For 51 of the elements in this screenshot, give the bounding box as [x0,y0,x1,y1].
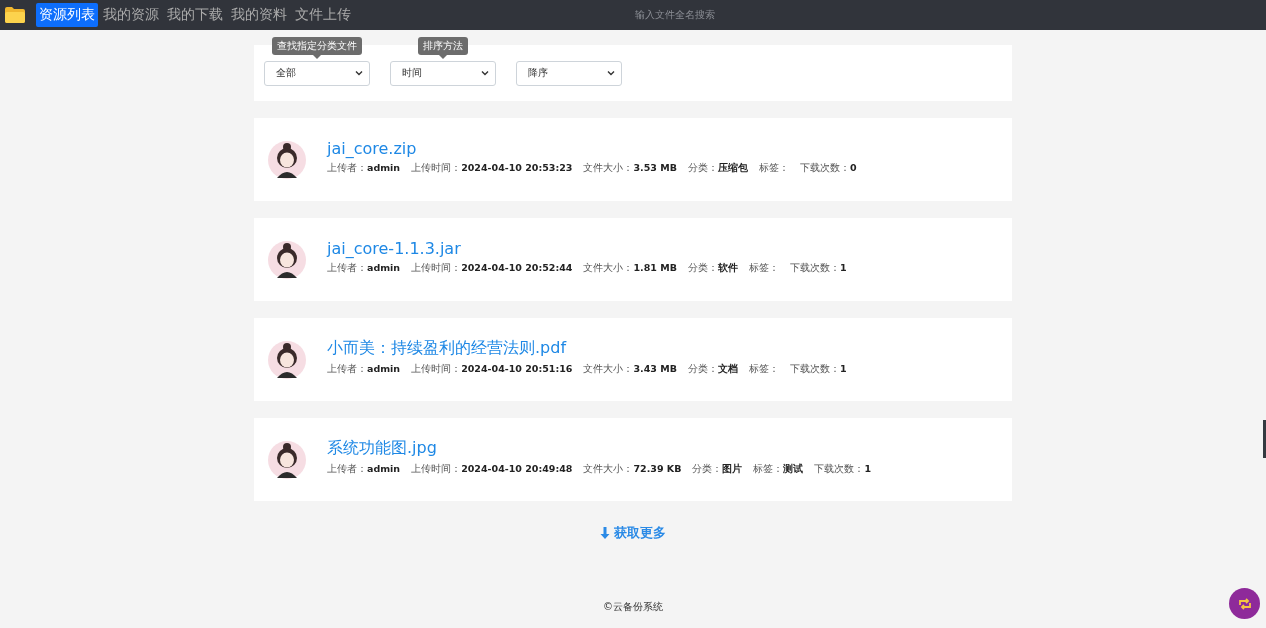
dropdown[interactable]: 降序 [516,60,622,86]
chevron-icon [607,70,615,76]
nav-tab[interactable]: 我的资源 [100,3,162,27]
chevron-icon [355,70,363,76]
file-meta: 文件大小：72.39 KB [583,462,682,476]
folder-icon[interactable] [4,6,26,24]
file-meta: 上传时间：2024-04-10 20:51:16 [411,362,573,376]
file-meta: 下载次数：1 [789,362,847,376]
file-meta: 标签： [758,161,789,175]
chevron-icon [481,70,489,76]
file-link[interactable]: 系统功能图.jpg [327,437,872,459]
file-link[interactable]: jai_core.zip [327,138,857,158]
file-meta: 下载次数：1 [814,462,872,476]
avatar [267,139,307,180]
avatar [267,239,307,280]
side-handle[interactable] [1263,420,1266,458]
load-more-link[interactable]: 获取更多 [600,524,666,542]
file-meta: 上传时间：2024-04-10 20:53:23 [411,161,573,175]
file-meta: 文件大小：3.53 MB [583,161,677,175]
file-meta: 上传时间：2024-04-10 20:52:44 [411,261,573,275]
file-meta: 上传者：admin [327,161,401,175]
file-meta: 标签：测试 [753,462,804,476]
file-meta: 上传时间：2024-04-10 20:49:48 [411,462,573,476]
repeat-icon [1237,597,1252,610]
file-meta: 分类：文档 [687,362,738,376]
file-meta: 上传者：admin [327,261,401,275]
file-meta: 标签： [748,261,779,275]
floating-button[interactable] [1229,588,1260,619]
file-meta: 分类：软件 [687,261,738,275]
dropdown[interactable]: 时间 [390,60,496,86]
file-link[interactable]: 小而美：持续盈利的经营法则.pdf [327,337,847,359]
file-meta: 文件大小：1.81 MB [583,261,677,275]
avatar [267,339,307,380]
file-meta: 分类：压缩包 [687,161,748,175]
nav-tab[interactable]: 我的下载 [164,3,226,27]
file-meta: 上传者：admin [327,462,401,476]
nav-tab[interactable]: 文件上传 [292,3,354,27]
file-meta: 下载次数：1 [789,261,847,275]
nav-tab[interactable]: 资源列表 [36,3,98,27]
file-meta: 文件大小：3.43 MB [583,362,677,376]
file-meta: 标签： [748,362,779,376]
nav-tab[interactable]: 我的资料 [228,3,290,27]
dropdown[interactable]: 全部 [264,60,370,86]
footer-text: ©云备份系统 [603,600,663,614]
file-meta: 分类：图片 [692,462,743,476]
file-meta: 上传者：admin [327,362,401,376]
file-link[interactable]: jai_core-1.1.3.jar [327,238,847,258]
search-field[interactable]: 输入文件全名搜索 [560,4,790,24]
file-meta: 下载次数：0 [799,161,857,175]
avatar [267,439,307,480]
arrow-down-icon [600,527,610,539]
